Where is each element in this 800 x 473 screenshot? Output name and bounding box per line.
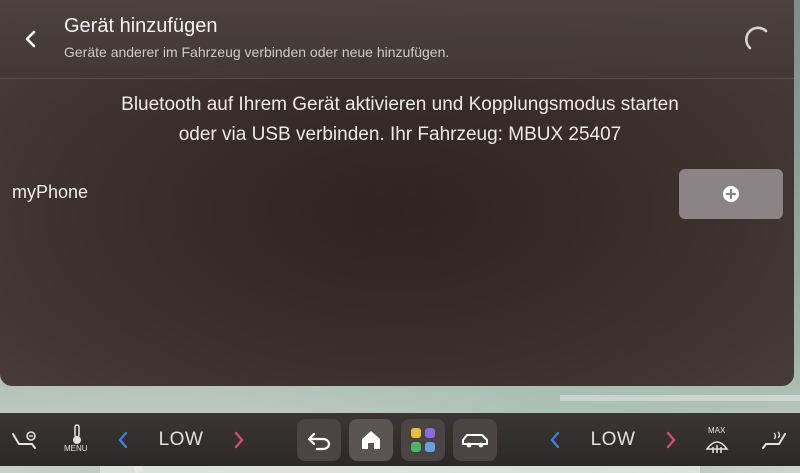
menu-label: MENU [64, 444, 88, 453]
add-icon [723, 186, 739, 202]
instructions-line-2: oder via USB verbinden. Ihr Fahrzeug: MB… [178, 124, 622, 145]
chevron-left-icon [118, 431, 128, 449]
add-device-dialog: Gerät hinzufügen Geräte anderer im Fahrz… [0, 0, 794, 386]
apps-icon [411, 428, 435, 452]
loading-spinner-icon [745, 26, 768, 50]
defrost-max-button[interactable]: MAX [700, 414, 734, 466]
seat-heating-icon [12, 431, 36, 449]
return-button[interactable] [297, 419, 341, 461]
bottom-control-bar: MENU LOW LOW MAX [0, 413, 800, 466]
apps-button[interactable] [401, 419, 445, 461]
right-temp-increase[interactable] [660, 414, 682, 466]
home-icon [362, 431, 380, 449]
seat-heating-left-button[interactable] [6, 414, 42, 466]
seat-ventilation-icon [762, 431, 786, 449]
climate-menu-button[interactable]: MENU [62, 414, 92, 466]
pairing-instructions: Bluetooth auf Ihrem Gerät aktivieren und… [40, 90, 760, 150]
left-temp-increase[interactable] [228, 414, 250, 466]
seat-heating-right-button[interactable] [756, 414, 792, 466]
vehicle-button[interactable] [453, 419, 497, 461]
chevron-right-icon [234, 431, 244, 449]
left-temperature: LOW [148, 414, 214, 466]
page-subtitle: Geräte anderer im Fahrzeug verbinden ode… [64, 44, 450, 60]
right-temp-decrease[interactable] [544, 414, 566, 466]
back-icon [25, 30, 36, 48]
car-icon [462, 434, 488, 448]
left-temp-decrease[interactable] [112, 414, 134, 466]
back-button[interactable] [16, 24, 46, 54]
right-temperature: LOW [580, 414, 646, 466]
instructions-line-1: Bluetooth auf Ihrem Gerät aktivieren und… [121, 94, 679, 115]
add-device-button[interactable] [679, 169, 783, 219]
return-icon [307, 432, 331, 451]
chevron-right-icon [666, 431, 676, 449]
chevron-left-icon [550, 431, 560, 449]
defrost-max-label: MAX [708, 426, 726, 435]
right-temp-value: LOW [590, 429, 636, 450]
defrost-icon [705, 441, 729, 453]
dialog-header: Gerät hinzufügen Geräte anderer im Fahrz… [0, 0, 794, 79]
home-button[interactable] [349, 419, 393, 461]
page-title: Gerät hinzufügen [64, 15, 218, 37]
left-temp-value: LOW [158, 429, 204, 450]
device-name: myPhone [12, 182, 89, 202]
